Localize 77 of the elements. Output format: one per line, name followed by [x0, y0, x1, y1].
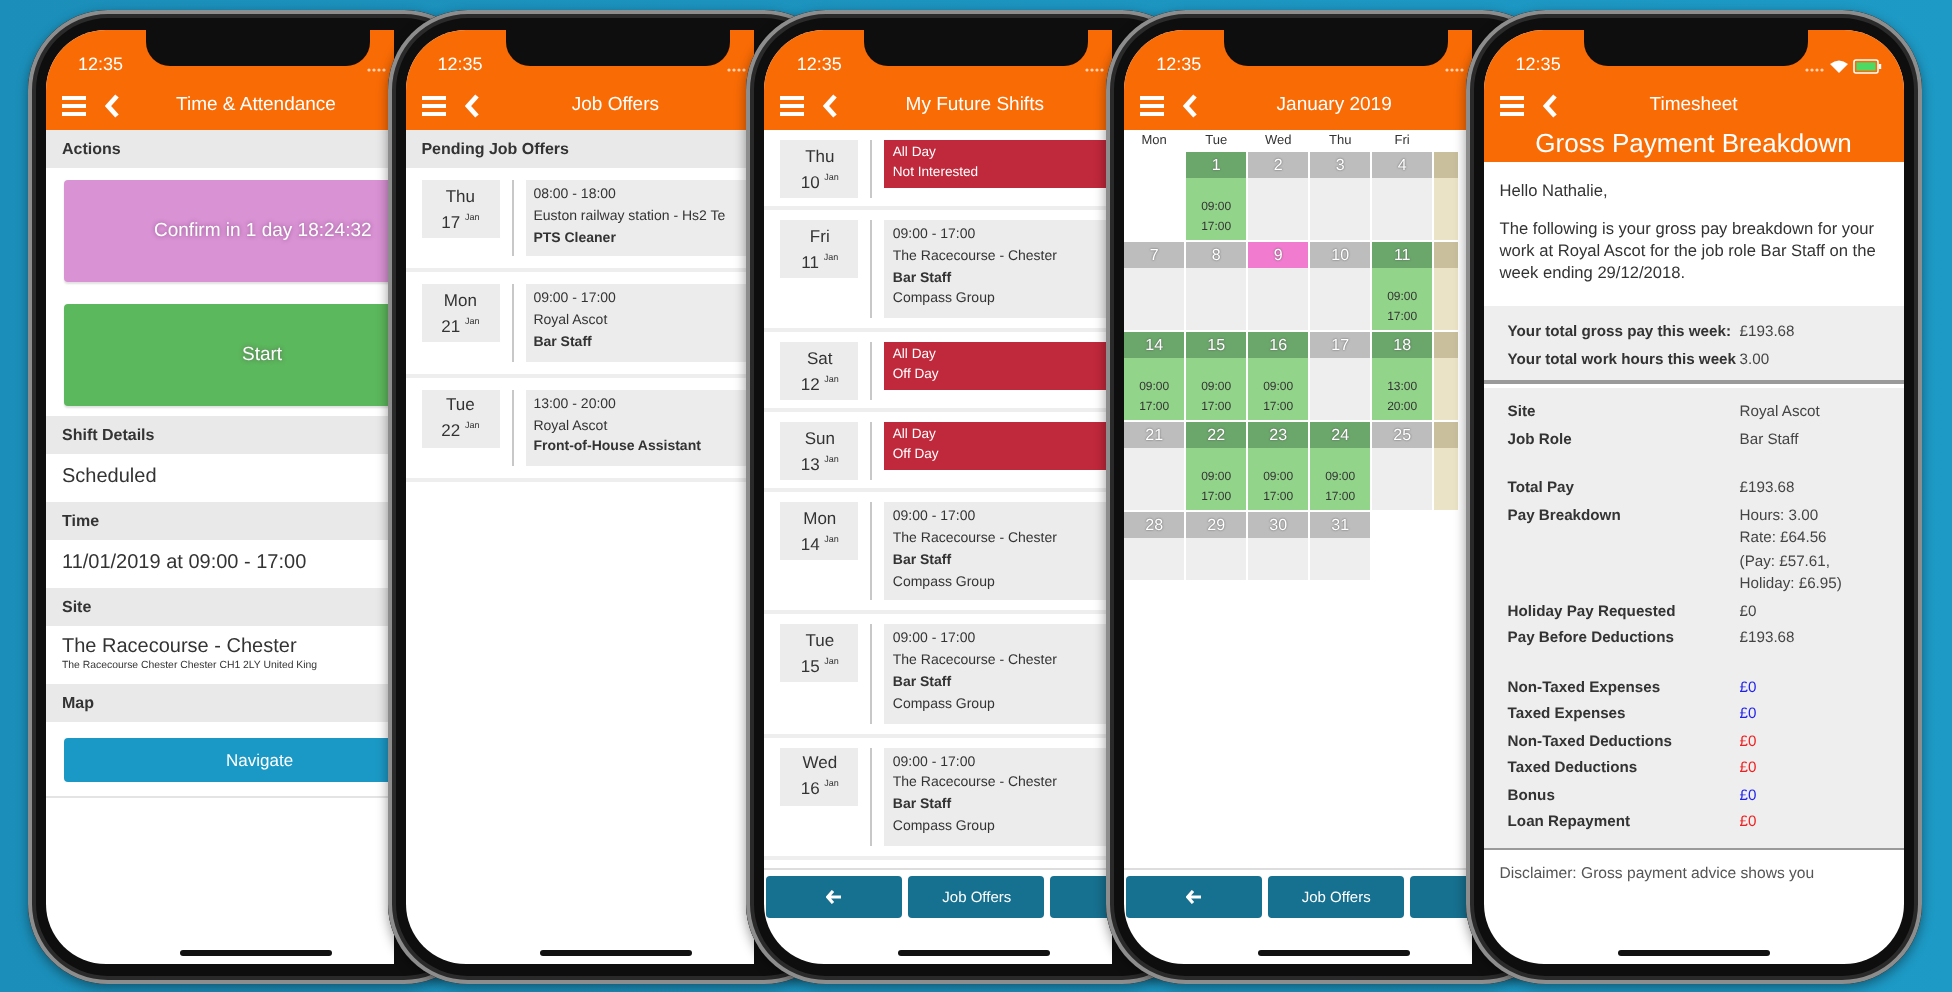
- day-number: 16: [1248, 332, 1309, 358]
- day-number: 25: [1372, 422, 1433, 448]
- day-number: 22: [1186, 422, 1247, 448]
- screen-title: January 2019: [1274, 94, 1394, 116]
- status-time: 12:35: [1515, 54, 1561, 78]
- day-number: [1434, 152, 1459, 178]
- section-heading: Shift Details: [46, 416, 394, 454]
- day-number: 17: [1310, 332, 1371, 358]
- back-icon[interactable]: [1182, 93, 1199, 117]
- calendar-day[interactable]: [1434, 242, 1459, 330]
- status-icons: [1803, 58, 1884, 74]
- status-time: 12:35: [437, 54, 483, 78]
- day-number: 3: [1310, 152, 1371, 178]
- section-heading: Actions: [46, 130, 394, 168]
- menu-icon[interactable]: [421, 95, 446, 115]
- day-number: [1434, 332, 1459, 358]
- day-number: 8: [1186, 242, 1247, 268]
- weekday-label: Tue: [805, 629, 835, 650]
- day-number: 24: [1310, 422, 1371, 448]
- arrow-left-icon: [1186, 890, 1203, 904]
- weekday-label: Sat: [807, 347, 833, 368]
- day-number: 29: [1186, 512, 1247, 538]
- day-number: 7: [1124, 242, 1185, 268]
- day-number: 23: [1248, 422, 1309, 448]
- day-number: 21: [1124, 422, 1185, 448]
- day-number: 15: [1186, 332, 1247, 358]
- screen-title: My Future Shifts: [903, 94, 1046, 116]
- weekday-label: Fri: [809, 225, 830, 246]
- screen-subtitle: Gross Payment Breakdown: [1533, 130, 1854, 162]
- back-button[interactable]: [1126, 876, 1263, 918]
- screen-title: Time & Attendance: [174, 94, 338, 116]
- back-button[interactable]: [766, 876, 903, 918]
- arrow-left-icon: [826, 890, 843, 904]
- greeting: Hello Nathalie,: [1499, 180, 1610, 202]
- day-number: 18: [1372, 332, 1433, 358]
- weekday-label: Mon: [443, 289, 477, 310]
- menu-icon[interactable]: [780, 95, 805, 115]
- day-number: 30: [1248, 512, 1309, 538]
- calendar-day[interactable]: [1434, 152, 1459, 240]
- day-number: 31: [1310, 512, 1371, 538]
- weekday-label: Tue: [446, 394, 475, 415]
- weekday-label: Thu: [445, 185, 476, 206]
- section-heading: Time: [46, 502, 394, 540]
- day-number: 28: [1124, 512, 1185, 538]
- status-time: 12:35: [78, 54, 124, 78]
- section-heading: Map: [46, 684, 394, 722]
- menu-icon[interactable]: [62, 95, 86, 115]
- menu-icon[interactable]: [1499, 95, 1524, 115]
- day-number: [1434, 242, 1459, 268]
- screen-title: Job Offers: [569, 94, 662, 116]
- back-icon[interactable]: [463, 93, 480, 117]
- status-time: 12:35: [1156, 54, 1202, 78]
- day-number: 9: [1248, 242, 1309, 268]
- day-number: 11: [1372, 242, 1433, 268]
- weekday-label: Mon: [803, 507, 837, 528]
- weekday-label: Thu: [805, 145, 835, 166]
- screen-title: Timesheet: [1647, 94, 1740, 116]
- day-number: 14: [1124, 332, 1185, 358]
- calendar-day[interactable]: [1434, 332, 1459, 420]
- day-number: 4: [1372, 152, 1433, 178]
- section-heading: Site: [46, 588, 394, 626]
- detail-value: Scheduled: [60, 464, 159, 492]
- status-time: 12:35: [796, 54, 842, 78]
- back-icon[interactable]: [822, 93, 839, 117]
- day-number: 2: [1248, 152, 1309, 178]
- calendar-day[interactable]: [1434, 422, 1459, 510]
- site-name: The Racecourse - Chester: [62, 636, 299, 658]
- day-number: 1: [1186, 152, 1247, 178]
- weekday-label: Sun: [804, 427, 835, 448]
- back-icon[interactable]: [1541, 93, 1558, 117]
- back-icon[interactable]: [104, 93, 120, 117]
- intro-text: The following is your gross pay breakdown for your work at Royal Ascot for the job role Bar Staff on the week ending 29/12/2018.: [1499, 218, 1878, 284]
- day-number: 10: [1310, 242, 1371, 268]
- menu-icon[interactable]: [1140, 95, 1165, 115]
- day-number: [1434, 422, 1459, 448]
- detail-value: 11/01/2019 at 09:00 - 17:00: [60, 550, 309, 578]
- weekday-label: Wed: [802, 752, 838, 773]
